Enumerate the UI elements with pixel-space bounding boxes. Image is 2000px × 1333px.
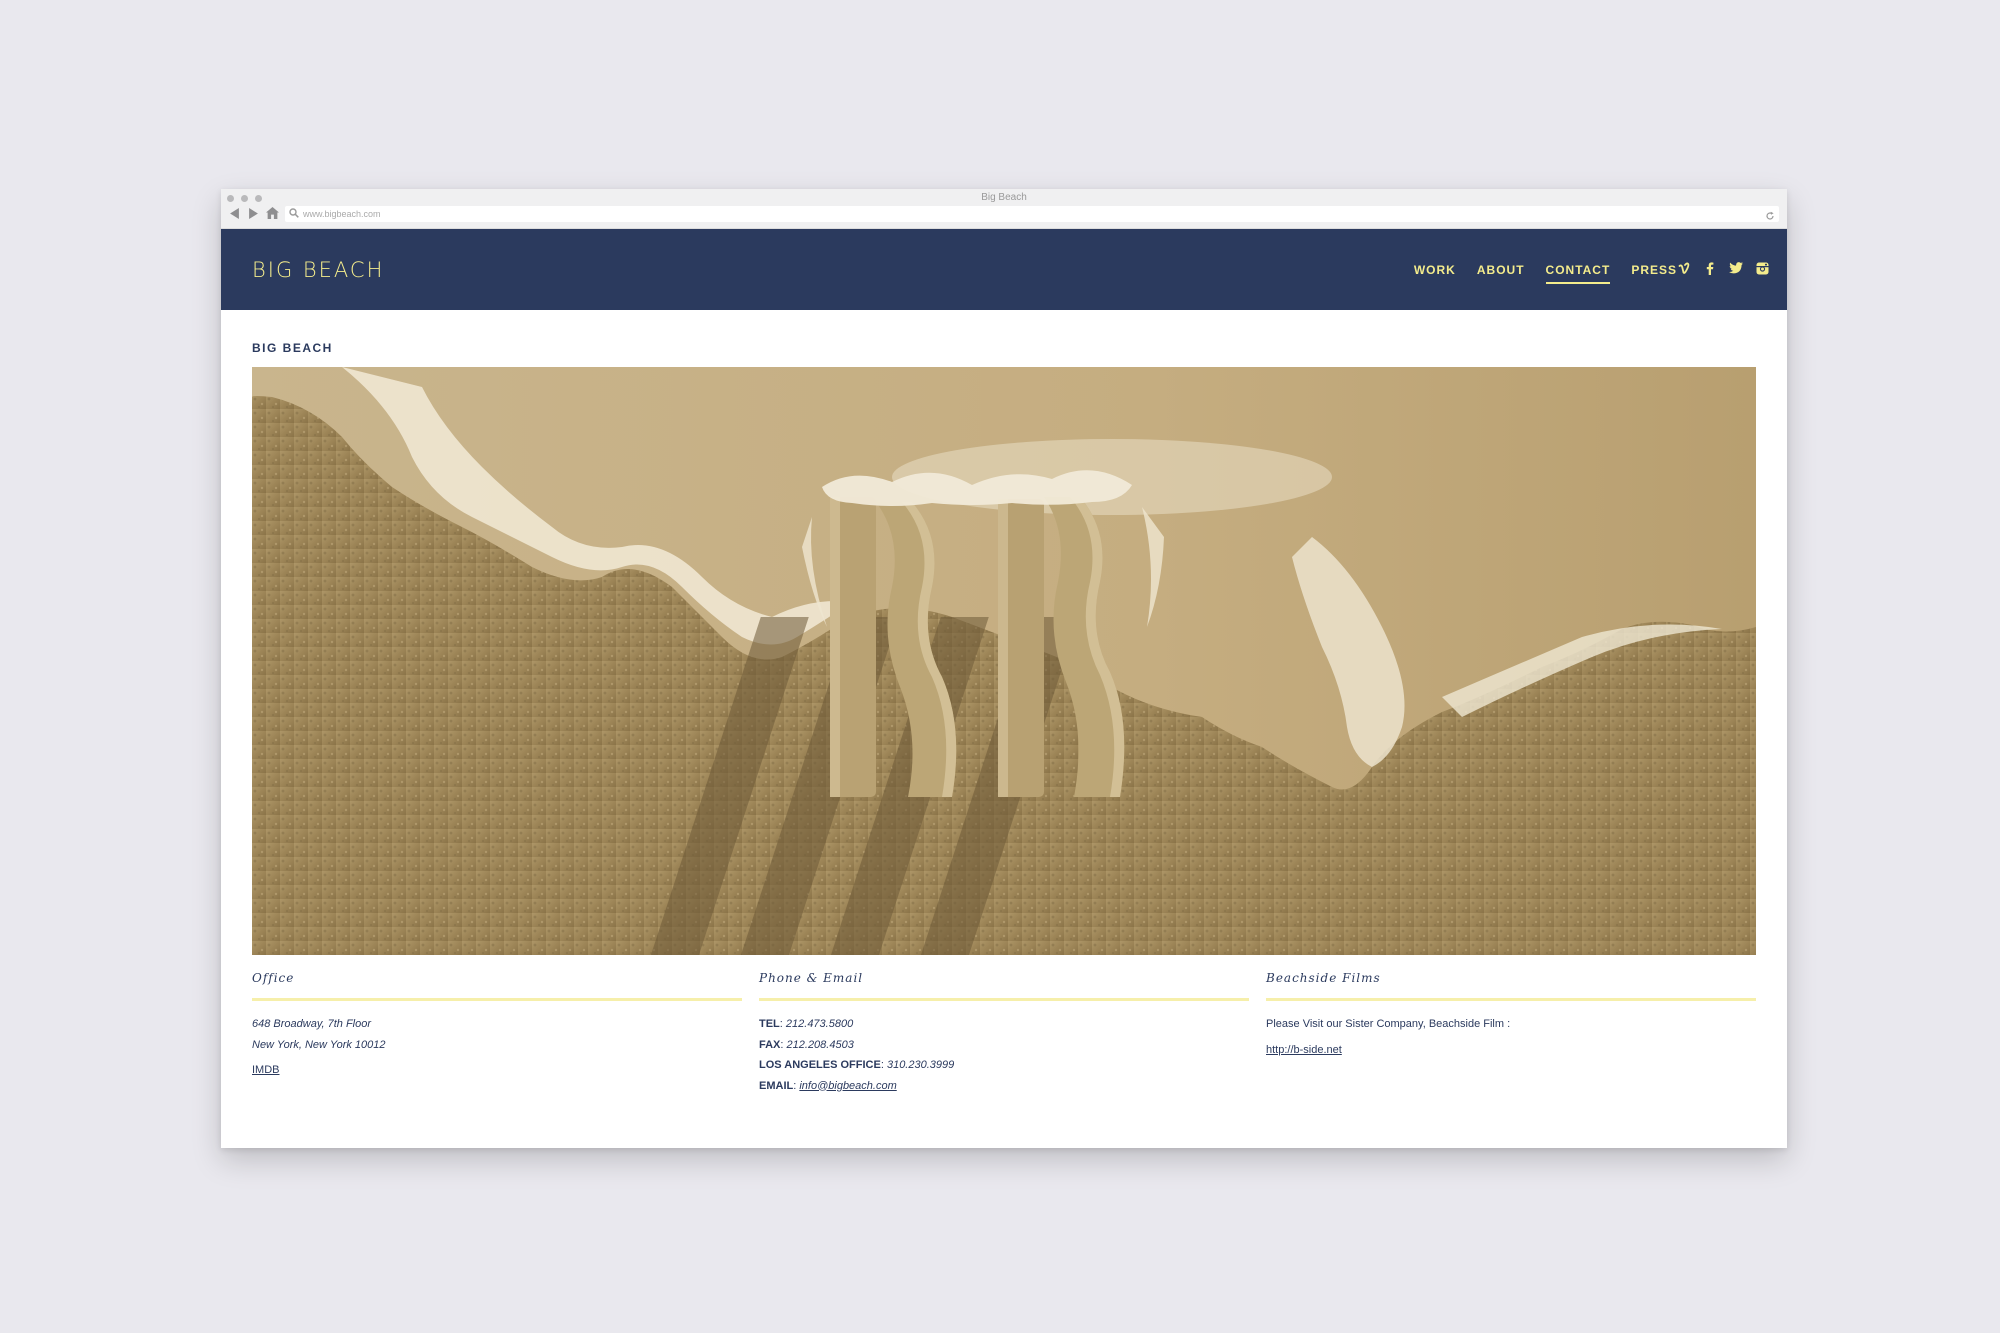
browser-window: Big Beach www.bigbeach.com BIG BEACH WOR… [221, 189, 1787, 1148]
tel-value: 212.473.5800 [785, 1018, 854, 1030]
tel-label: TEL [759, 1018, 780, 1030]
forward-icon[interactable] [246, 206, 260, 220]
email-link[interactable]: info@bigbeach.com [799, 1080, 896, 1092]
beachside-link[interactable]: http://b-side.net [1266, 1044, 1342, 1056]
search-icon [289, 205, 299, 223]
fax-value: 212.208.4503 [786, 1038, 854, 1051]
phone-email-column: Phone & Email TEL: 212.473.5800 FAX: 212… [759, 971, 1249, 1096]
menu-item-contact[interactable]: CONTACT [1545, 263, 1611, 284]
beachside-text: Please Visit our Sister Company, Beachsi… [1266, 1018, 1511, 1030]
facebook-icon[interactable] [1703, 261, 1717, 275]
instagram-icon[interactable] [1755, 261, 1769, 275]
back-icon[interactable] [227, 206, 241, 220]
browser-nav [227, 206, 279, 220]
social-links [1677, 261, 1769, 275]
la-office-label: LOS ANGELES OFFICE [759, 1059, 881, 1071]
reload-icon[interactable] [1765, 208, 1775, 226]
address-bar[interactable]: www.bigbeach.com [285, 206, 1779, 222]
browser-chrome: Big Beach www.bigbeach.com [221, 189, 1787, 229]
menu-item-about[interactable]: ABOUT [1477, 263, 1525, 284]
beachside-column: Beachside Films Please Visit our Sister … [1266, 971, 1756, 1096]
hero-image [252, 367, 1756, 955]
email-label: EMAIL [759, 1079, 794, 1092]
menu-item-press[interactable]: PRESS [1631, 263, 1677, 284]
imdb-link[interactable]: IMDB [252, 1064, 280, 1076]
home-icon[interactable] [265, 206, 279, 220]
contact-columns: Office 648 Broadway, 7th Floor New York,… [252, 971, 1756, 1096]
site-header: BIG BEACH WORK ABOUT CONTACT PRESS [221, 229, 1787, 310]
beachside-heading: Beachside Films [1266, 971, 1756, 1001]
window-title: Big Beach [981, 192, 1027, 203]
office-heading: Office [252, 971, 742, 1001]
menu-item-work[interactable]: WORK [1414, 263, 1456, 284]
site-logo[interactable]: BIG BEACH [252, 258, 384, 282]
office-column: Office 648 Broadway, 7th Floor New York,… [252, 971, 742, 1096]
office-address-line1: 648 Broadway, 7th Floor [252, 1018, 372, 1030]
page-title: BIG BEACH [252, 341, 333, 355]
vimeo-icon[interactable] [1677, 261, 1691, 275]
office-address-line2: New York, New York 10012 [252, 1038, 386, 1051]
address-text: www.bigbeach.com [303, 209, 381, 219]
fax-label: FAX [759, 1038, 781, 1051]
main-menu: WORK ABOUT CONTACT PRESS [1414, 263, 1677, 284]
la-office-value: 310.230.3999 [886, 1059, 955, 1071]
phone-email-heading: Phone & Email [759, 971, 1249, 1001]
twitter-icon[interactable] [1729, 261, 1743, 275]
